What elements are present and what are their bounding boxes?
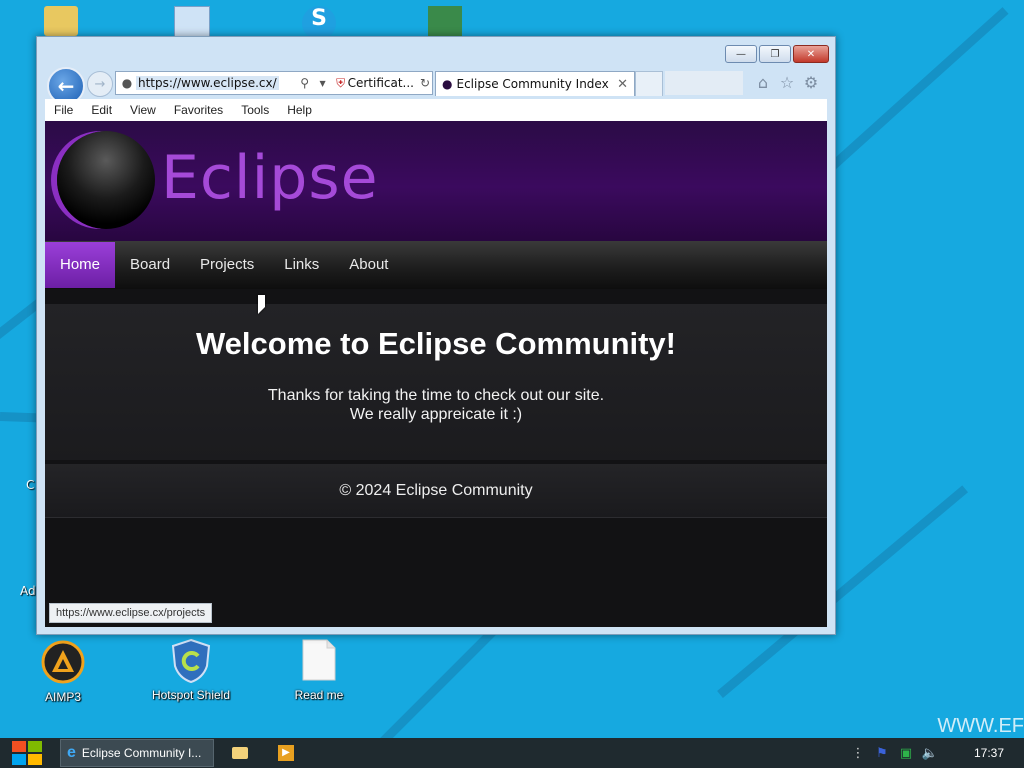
welcome-heading: Welcome to Eclipse Community! bbox=[195, 326, 676, 361]
desktop-icon-label: Hotspot Shield bbox=[151, 688, 231, 702]
tab-strip-empty bbox=[665, 71, 743, 95]
desktop-icon-partial[interactable] bbox=[428, 6, 462, 36]
desktop-label-fragment: Ad bbox=[20, 584, 36, 598]
welcome-section: Welcome to Eclipse Community! Thanks for… bbox=[45, 304, 827, 460]
welcome-text-line2: We really appreicate it :) bbox=[349, 406, 523, 423]
menu-favorites[interactable]: Favorites bbox=[165, 103, 232, 117]
desktop-icon-readme[interactable]: Read me bbox=[274, 638, 364, 702]
nav-home[interactable]: Home bbox=[45, 242, 116, 288]
new-tab-button[interactable] bbox=[635, 71, 663, 96]
mouse-cursor-icon bbox=[258, 295, 265, 314]
desktop-icon-partial[interactable] bbox=[44, 6, 78, 36]
menu-file[interactable]: File bbox=[45, 103, 82, 117]
gear-icon[interactable]: ⚙ bbox=[801, 73, 821, 93]
site-favicon-icon: ● bbox=[121, 76, 133, 90]
forward-button[interactable]: → bbox=[87, 71, 113, 97]
text-file-icon bbox=[297, 638, 341, 682]
eclipse-logo-icon bbox=[57, 131, 155, 229]
menu-bar: File Edit View Favorites Tools Help bbox=[45, 99, 827, 122]
aimp-icon bbox=[41, 640, 85, 684]
nav-links[interactable]: Links bbox=[269, 242, 334, 288]
taskbar-explorer-button[interactable] bbox=[220, 739, 260, 767]
window-controls: — ❐ ✕ bbox=[725, 45, 829, 63]
tray-overflow-icon[interactable]: ⋮ bbox=[848, 746, 868, 761]
home-icon[interactable]: ⌂ bbox=[753, 73, 773, 93]
tab-close-icon[interactable]: ✕ bbox=[617, 77, 628, 92]
windows-logo-icon bbox=[12, 741, 42, 765]
desktop-label-fragment: C bbox=[26, 478, 35, 492]
certificate-label[interactable]: Certificat... bbox=[348, 76, 414, 90]
site-banner: Eclipse bbox=[45, 121, 827, 241]
address-bar[interactable]: ● https://www.eclipse.cx/ ⚲ ▼ ⛨ Certific… bbox=[115, 71, 433, 95]
taskbar-ie-window[interactable]: e Eclipse Community I... bbox=[60, 739, 214, 767]
folder-icon bbox=[232, 747, 248, 759]
site-footer: © 2024 Eclipse Community bbox=[45, 464, 827, 518]
desktop-icon-partial[interactable] bbox=[174, 6, 210, 38]
desktop-icon-aimp3[interactable]: AIMP3 bbox=[18, 640, 108, 704]
taskbar: e Eclipse Community I... ▶ ⋮ ⚑ ▣ 🔈 17:37 bbox=[0, 738, 1024, 768]
taskbar-window-title: Eclipse Community I... bbox=[81, 746, 202, 760]
refresh-icon[interactable]: ↻ bbox=[418, 76, 432, 90]
address-url[interactable]: https://www.eclipse.cx/ bbox=[136, 76, 279, 90]
tab-favicon-icon: ● bbox=[442, 77, 453, 91]
site-nav: Home Board Projects Links About bbox=[45, 241, 827, 289]
search-icon[interactable]: ⚲ bbox=[298, 76, 312, 90]
desktop-icon-label: AIMP3 bbox=[44, 690, 81, 704]
watermark-text: WWW.EF bbox=[937, 715, 1024, 737]
menu-edit[interactable]: Edit bbox=[82, 103, 121, 117]
restore-button[interactable]: ❐ bbox=[759, 45, 791, 63]
page-viewport: Eclipse Home Board Projects Links About … bbox=[45, 121, 827, 627]
favorites-star-icon[interactable]: ☆ bbox=[777, 73, 797, 93]
site-logo-text[interactable]: Eclipse bbox=[161, 143, 379, 213]
status-url-tooltip: https://www.eclipse.cx/projects bbox=[49, 603, 213, 623]
desktop-icon-hotspot-shield[interactable]: Hotspot Shield bbox=[146, 638, 236, 702]
taskbar-clock[interactable]: 17:37 bbox=[954, 746, 1024, 760]
action-center-flag-icon[interactable]: ⚑ bbox=[872, 746, 892, 761]
browser-window[interactable]: — ❐ ✕ ← → ● https://www.eclipse.cx/ ⚲ ▼ … bbox=[36, 36, 836, 635]
nav-projects[interactable]: Projects bbox=[185, 242, 269, 288]
minimize-button[interactable]: — bbox=[725, 45, 757, 63]
system-tray: ⋮ ⚑ ▣ 🔈 17:37 bbox=[844, 738, 1024, 768]
start-button[interactable] bbox=[0, 738, 54, 768]
tab-title: Eclipse Community Index bbox=[456, 77, 609, 91]
tab-eclipse[interactable]: ● Eclipse Community Index ✕ bbox=[435, 71, 635, 96]
network-icon[interactable]: ▣ bbox=[896, 746, 916, 761]
ie-icon: e bbox=[67, 744, 76, 761]
shield-icon bbox=[169, 638, 213, 684]
nav-about[interactable]: About bbox=[334, 242, 403, 288]
welcome-text: Thanks for taking the time to check out … bbox=[45, 386, 827, 424]
certificate-error-icon[interactable]: ⛨ bbox=[334, 76, 348, 91]
close-button[interactable]: ✕ bbox=[793, 45, 829, 63]
back-arrow-icon: ← bbox=[57, 74, 75, 98]
menu-help[interactable]: Help bbox=[278, 103, 321, 117]
volume-muted-icon[interactable]: 🔈 bbox=[920, 746, 940, 761]
desktop-icon-label: Read me bbox=[294, 688, 344, 702]
menu-view[interactable]: View bbox=[121, 103, 165, 117]
nav-board[interactable]: Board bbox=[115, 242, 185, 288]
menu-tools[interactable]: Tools bbox=[232, 103, 278, 117]
taskbar-media-button[interactable]: ▶ bbox=[266, 739, 306, 767]
forward-arrow-icon: → bbox=[94, 76, 106, 92]
media-player-icon: ▶ bbox=[278, 745, 294, 761]
skype-icon[interactable]: S bbox=[302, 6, 336, 40]
dropdown-icon[interactable]: ▼ bbox=[316, 79, 330, 88]
welcome-text-line1: Thanks for taking the time to check out … bbox=[267, 387, 605, 404]
